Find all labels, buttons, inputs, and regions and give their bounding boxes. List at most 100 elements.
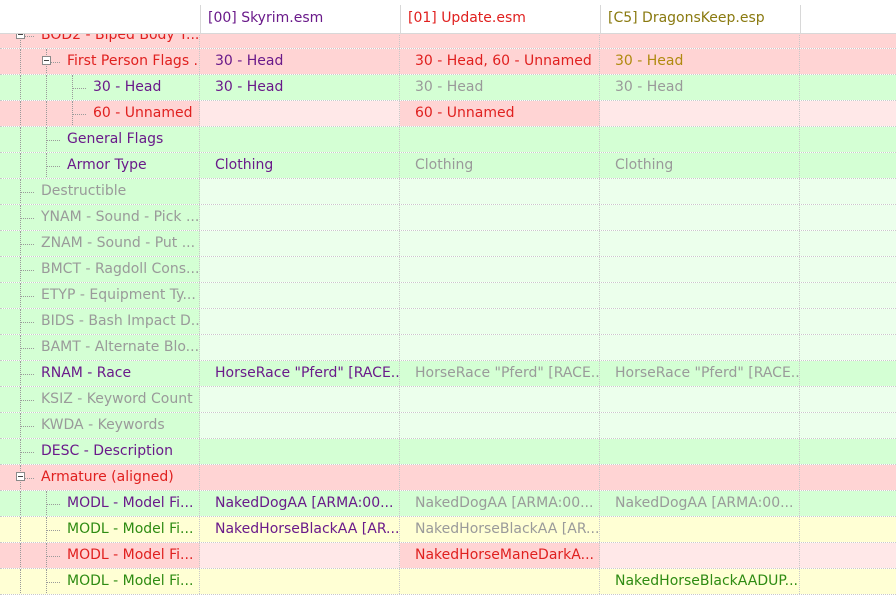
value-cell-plugin-2[interactable] bbox=[600, 517, 800, 542]
value-cell-plugin-1[interactable] bbox=[400, 335, 600, 360]
value-cell-plugin-0[interactable]: 30 - Head bbox=[200, 75, 400, 100]
value-cell-plugin-1[interactable]: NakedHorseBlackAA [AR... bbox=[400, 517, 600, 542]
column-header-plugin-0[interactable]: [00] Skyrim.esm bbox=[200, 5, 400, 33]
value-cell-plugin-1[interactable] bbox=[400, 283, 600, 308]
value-cell-plugin-0[interactable] bbox=[200, 257, 400, 282]
tree-row[interactable]: 60 - Unnamed 60 - Unnamed bbox=[0, 101, 896, 127]
value-cell-plugin-0[interactable] bbox=[200, 101, 400, 126]
tree-node-cell[interactable]: Armor Type bbox=[0, 153, 200, 178]
value-cell-plugin-2[interactable]: HorseRace "Pferd" [RACE... bbox=[600, 361, 800, 386]
value-cell-plugin-1[interactable]: 30 - Head bbox=[400, 75, 600, 100]
value-cell-plugin-2[interactable]: 30 - Head bbox=[600, 75, 800, 100]
value-cell-plugin-1[interactable] bbox=[400, 231, 600, 256]
tree-row[interactable]: ZNAM - Sound - Put ... bbox=[0, 231, 896, 257]
value-cell-plugin-0[interactable] bbox=[200, 309, 400, 334]
value-cell-plugin-2[interactable] bbox=[600, 335, 800, 360]
value-cell-plugin-0[interactable]: NakedHorseBlackAA [AR... bbox=[200, 517, 400, 542]
value-cell-plugin-2[interactable]: 30 - Head bbox=[600, 49, 800, 74]
value-cell-plugin-2[interactable] bbox=[600, 439, 800, 464]
value-cell-plugin-1[interactable]: HorseRace "Pferd" [RACE... bbox=[400, 361, 600, 386]
value-cell-plugin-0[interactable]: HorseRace "Pferd" [RACE... bbox=[200, 361, 400, 386]
value-cell-plugin-2[interactable]: NakedDogAA [ARMA:00... bbox=[600, 491, 800, 516]
tree-node-cell[interactable]: MODL - Model Fi... bbox=[0, 491, 200, 516]
value-cell-plugin-0[interactable] bbox=[200, 231, 400, 256]
value-cell-plugin-0[interactable] bbox=[200, 179, 400, 204]
value-cell-plugin-2[interactable] bbox=[600, 413, 800, 438]
column-header-plugin-2[interactable]: [C5] DragonsKeep.esp bbox=[600, 5, 800, 33]
value-cell-plugin-2[interactable] bbox=[600, 465, 800, 490]
value-cell-plugin-1[interactable] bbox=[400, 309, 600, 334]
tree-node-cell[interactable]: MODL - Model Fi... bbox=[0, 569, 200, 594]
tree-row[interactable]: Armor Type Clothing Clothing Clothing bbox=[0, 153, 896, 179]
value-cell-plugin-0[interactable] bbox=[200, 439, 400, 464]
tree-node-cell[interactable]: ZNAM - Sound - Put ... bbox=[0, 231, 200, 256]
value-cell-plugin-1[interactable] bbox=[400, 257, 600, 282]
value-cell-plugin-0[interactable] bbox=[200, 413, 400, 438]
tree-node-cell[interactable]: General Flags bbox=[0, 127, 200, 152]
value-cell-plugin-0[interactable] bbox=[200, 543, 400, 568]
value-cell-plugin-0[interactable] bbox=[200, 335, 400, 360]
tree-node-cell[interactable]: DESC - Description bbox=[0, 439, 200, 464]
value-cell-plugin-0[interactable]: NakedDogAA [ARMA:00... bbox=[200, 491, 400, 516]
value-cell-plugin-1[interactable] bbox=[400, 387, 600, 412]
tree-row[interactable]: First Person Flags ... 30 - Head 30 - Head… bbox=[0, 49, 896, 75]
tree-node-cell[interactable]: BAMT - Alternate Blo... bbox=[0, 335, 200, 360]
value-cell-plugin-2[interactable]: Clothing bbox=[600, 153, 800, 178]
value-cell-plugin-2[interactable] bbox=[600, 387, 800, 412]
value-cell-plugin-1[interactable]: 30 - Head, 60 - Unnamed bbox=[400, 49, 600, 74]
value-cell-plugin-0[interactable] bbox=[200, 127, 400, 152]
value-cell-plugin-2[interactable] bbox=[600, 309, 800, 334]
value-cell-plugin-1[interactable]: NakedDogAA [ARMA:00... bbox=[400, 491, 600, 516]
tree-node-cell[interactable]: MODL - Model Fi... bbox=[0, 543, 200, 568]
column-header-plugin-1[interactable]: [01] Update.esm bbox=[400, 5, 600, 33]
value-cell-plugin-2[interactable] bbox=[600, 257, 800, 282]
tree-row[interactable]: MODL - Model Fi... NakedDogAA [ARMA:00...… bbox=[0, 491, 896, 517]
value-cell-plugin-1[interactable] bbox=[400, 127, 600, 152]
value-cell-plugin-2[interactable] bbox=[600, 283, 800, 308]
value-cell-plugin-2[interactable] bbox=[600, 231, 800, 256]
value-cell-plugin-1[interactable] bbox=[400, 205, 600, 230]
tree-row[interactable]: Destructible bbox=[0, 179, 896, 205]
tree-node-cell[interactable]: BMCT - Ragdoll Cons... bbox=[0, 257, 200, 282]
tree-row[interactable]: KWDA - Keywords bbox=[0, 413, 896, 439]
value-cell-plugin-2[interactable]: NakedHorseBlackAADUP... bbox=[600, 569, 800, 594]
tree-row[interactable]: BAMT - Alternate Blo... bbox=[0, 335, 896, 361]
tree-row[interactable]: Armature (aligned) bbox=[0, 465, 896, 491]
value-cell-plugin-1[interactable] bbox=[400, 439, 600, 464]
value-cell-plugin-1[interactable] bbox=[400, 179, 600, 204]
value-cell-plugin-1[interactable]: 60 - Unnamed bbox=[400, 101, 600, 126]
tree-row[interactable]: YNAM - Sound - Pick ... bbox=[0, 205, 896, 231]
value-cell-plugin-0[interactable]: Clothing bbox=[200, 153, 400, 178]
tree-node-cell[interactable]: 30 - Head bbox=[0, 75, 200, 100]
tree-node-cell[interactable]: Armature (aligned) bbox=[0, 465, 200, 490]
tree-node-cell[interactable]: KSIZ - Keyword Count bbox=[0, 387, 200, 412]
collapse-toggle-icon[interactable] bbox=[42, 56, 51, 65]
tree-row[interactable]: BIDS - Bash Impact D... bbox=[0, 309, 896, 335]
tree-row[interactable]: 30 - Head 30 - Head 30 - Head 30 - Head bbox=[0, 75, 896, 101]
value-cell-plugin-2[interactable] bbox=[600, 179, 800, 204]
tree-node-cell[interactable]: ETYP - Equipment Ty... bbox=[0, 283, 200, 308]
value-cell-plugin-2[interactable] bbox=[600, 543, 800, 568]
tree-row[interactable]: KSIZ - Keyword Count bbox=[0, 387, 896, 413]
value-cell-plugin-1[interactable] bbox=[400, 465, 600, 490]
value-cell-plugin-2[interactable] bbox=[600, 101, 800, 126]
tree-row[interactable]: DESC - Description bbox=[0, 439, 896, 465]
tree-row[interactable]: MODL - Model Fi... NakedHorseManeDarkA... bbox=[0, 543, 896, 569]
tree-row[interactable]: General Flags bbox=[0, 127, 896, 153]
value-cell-plugin-2[interactable] bbox=[600, 205, 800, 230]
value-cell-plugin-0[interactable] bbox=[200, 387, 400, 412]
tree-node-cell[interactable]: YNAM - Sound - Pick ... bbox=[0, 205, 200, 230]
value-cell-plugin-0[interactable] bbox=[200, 465, 400, 490]
tree-row[interactable]: ETYP - Equipment Ty... bbox=[0, 283, 896, 309]
tree-node-cell[interactable]: 60 - Unnamed bbox=[0, 101, 200, 126]
tree-node-cell[interactable]: RNAM - Race bbox=[0, 361, 200, 386]
tree-row[interactable]: MODL - Model Fi... NakedHorseBlackAA [AR.… bbox=[0, 517, 896, 543]
tree-node-cell[interactable]: First Person Flags ... bbox=[0, 49, 200, 74]
collapse-toggle-icon[interactable] bbox=[16, 472, 25, 481]
tree-row[interactable]: MODL - Model Fi... NakedHorseBlackAADUP..… bbox=[0, 569, 896, 595]
tree-node-cell[interactable]: MODL - Model Fi... bbox=[0, 517, 200, 542]
value-cell-plugin-0[interactable] bbox=[200, 283, 400, 308]
value-cell-plugin-1[interactable]: NakedHorseManeDarkA... bbox=[400, 543, 600, 568]
tree-node-cell[interactable]: BIDS - Bash Impact D... bbox=[0, 309, 200, 334]
value-cell-plugin-0[interactable]: 30 - Head bbox=[200, 49, 400, 74]
